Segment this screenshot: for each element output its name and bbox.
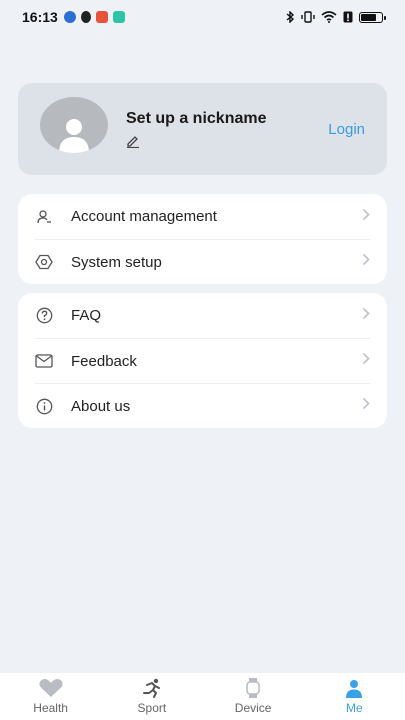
tab-label: Sport	[137, 701, 167, 715]
nickname-section: Set up a nickname	[126, 110, 267, 148]
menu-card-account: Account management System setup	[18, 194, 387, 284]
pencil-icon[interactable]	[126, 134, 267, 148]
info-icon	[35, 397, 53, 415]
user-silhouette-icon[interactable]	[40, 97, 108, 153]
chevron-right-icon	[362, 352, 370, 370]
login-button[interactable]: Login	[328, 121, 365, 138]
menu-item-about-us[interactable]: About us	[35, 383, 370, 428]
tab-label: Device	[234, 701, 272, 715]
tab-sport[interactable]: Sport	[101, 673, 202, 720]
menu-item-account-management[interactable]: Account management	[35, 194, 370, 239]
bottom-nav: Health Sport Device Me	[0, 672, 405, 720]
battery-icon	[359, 11, 386, 23]
menu-item-label: FAQ	[71, 307, 102, 324]
menu-card-help: FAQ Feedback About us	[18, 293, 387, 428]
wifi-icon	[321, 11, 337, 23]
person-icon	[344, 678, 364, 698]
nickname-label[interactable]: Set up a nickname	[126, 110, 267, 128]
menu-item-label: System setup	[71, 253, 162, 271]
profile-card[interactable]: Set up a nickname Login	[18, 83, 387, 175]
chevron-right-icon	[362, 307, 370, 325]
menu-item-label: About us	[71, 397, 131, 415]
gear-icon	[35, 253, 53, 271]
app-notification-icon	[95, 11, 108, 23]
menu-item-label: Feedback	[71, 352, 137, 370]
tab-device[interactable]: Device	[203, 673, 304, 720]
sim-alert-icon	[343, 11, 353, 23]
menu-item-system-setup[interactable]: System setup	[35, 239, 370, 284]
heart-icon	[38, 678, 64, 698]
runner-icon	[141, 678, 163, 698]
tab-health[interactable]: Health	[0, 673, 101, 720]
chevron-right-icon	[362, 397, 370, 415]
menu-item-feedback[interactable]: Feedback	[35, 338, 370, 383]
status-bar: 16:13	[0, 0, 405, 34]
tab-label: Me	[346, 701, 363, 715]
watch-icon	[245, 678, 261, 698]
tab-me[interactable]: Me	[304, 673, 405, 720]
account-icon	[35, 208, 53, 226]
bluetooth-icon	[285, 11, 295, 23]
menu-item-faq[interactable]: FAQ	[35, 293, 370, 338]
status-time: 16:13	[22, 9, 58, 25]
qq-notification-icon	[80, 11, 91, 23]
vibrate-icon	[301, 11, 315, 23]
menu-item-label: Account management	[71, 208, 217, 225]
chevron-right-icon	[362, 253, 370, 271]
system-status-icons	[285, 11, 386, 23]
notification-icons	[63, 11, 125, 23]
chevron-right-icon	[362, 208, 370, 226]
mail-icon	[35, 352, 53, 370]
app-notification-icon	[112, 11, 125, 23]
tab-label: Health	[33, 701, 68, 715]
app-notification-icon	[63, 11, 76, 23]
question-icon	[35, 307, 53, 325]
